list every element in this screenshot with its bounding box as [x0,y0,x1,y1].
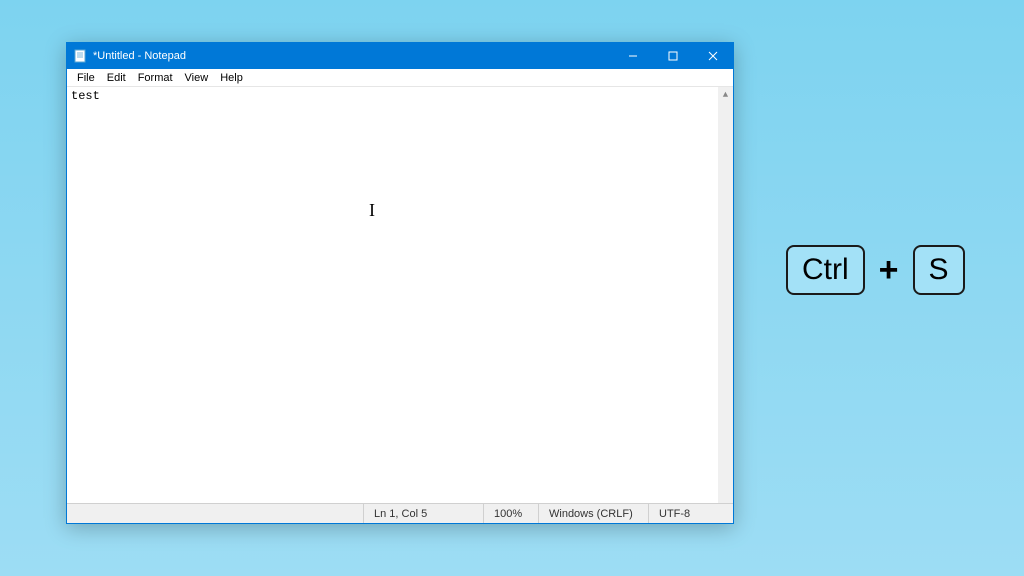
vertical-scrollbar[interactable]: ▲ [718,87,733,503]
key-ctrl: Ctrl [786,245,865,295]
status-zoom: 100% [483,504,538,523]
notepad-app-icon [73,49,87,63]
key-s: S [913,245,965,295]
text-editor[interactable]: test I ▲ [67,87,733,503]
editor-content: test [71,89,729,103]
notepad-window: *Untitled - Notepad File Edit Format Vie… [66,42,734,524]
window-controls [613,43,733,69]
menu-file[interactable]: File [71,72,101,84]
maximize-button[interactable] [653,43,693,69]
menu-edit[interactable]: Edit [101,72,132,84]
statusbar: Ln 1, Col 5 100% Windows (CRLF) UTF-8 [67,503,733,523]
plus-icon: + [879,251,899,290]
minimize-button[interactable] [613,43,653,69]
text-cursor-icon: I [369,202,371,218]
scroll-up-icon[interactable]: ▲ [718,87,733,102]
menubar: File Edit Format View Help [67,69,733,87]
keyboard-shortcut: Ctrl + S [786,245,965,295]
menu-help[interactable]: Help [214,72,249,84]
window-title: *Untitled - Notepad [93,50,186,62]
menu-format[interactable]: Format [132,72,179,84]
status-position: Ln 1, Col 5 [363,504,483,523]
status-line-ending: Windows (CRLF) [538,504,648,523]
status-encoding: UTF-8 [648,504,733,523]
menu-view[interactable]: View [179,72,215,84]
titlebar[interactable]: *Untitled - Notepad [67,43,733,69]
close-button[interactable] [693,43,733,69]
